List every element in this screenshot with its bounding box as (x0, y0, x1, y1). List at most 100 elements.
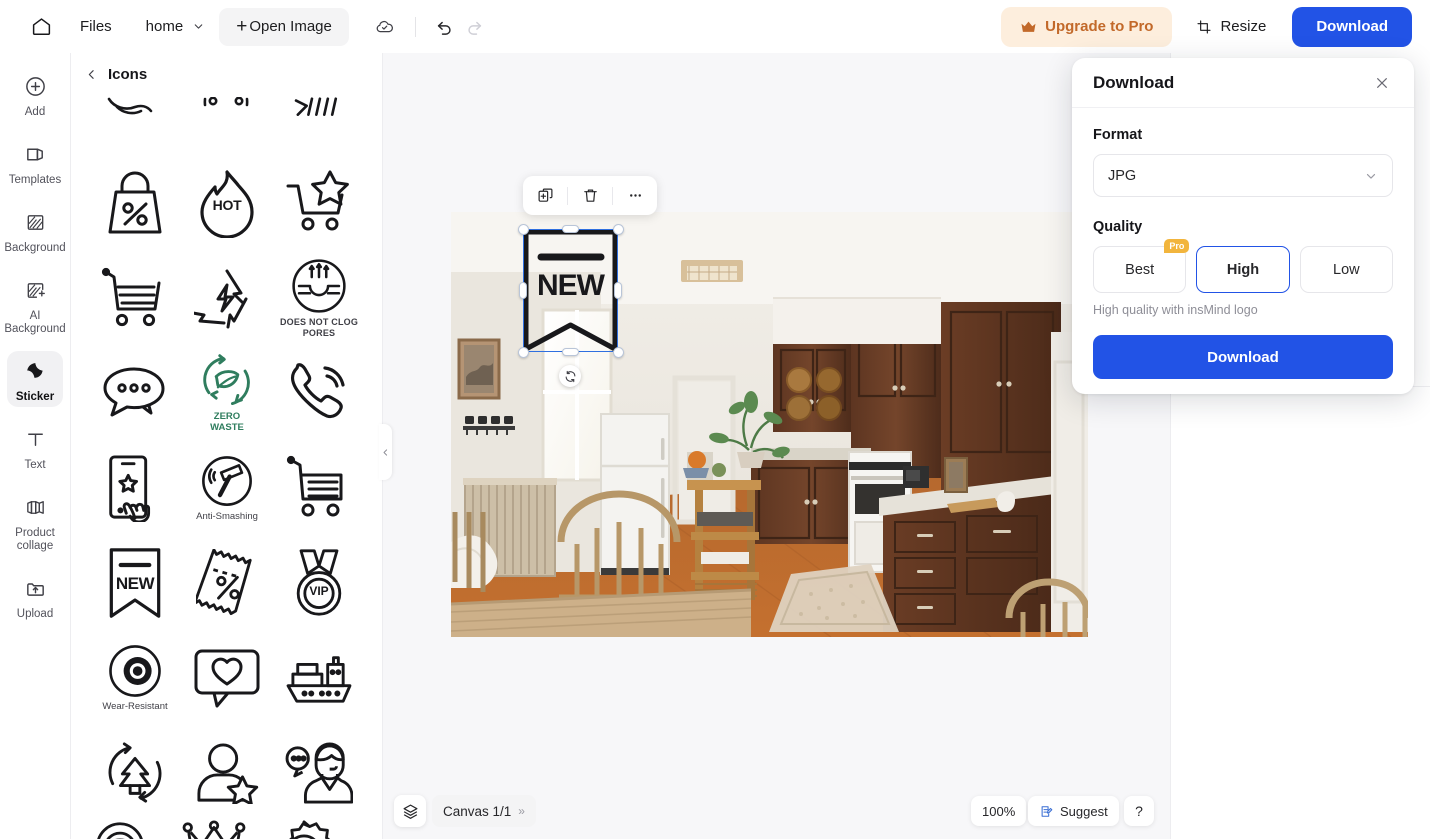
rail-item-product-collage[interactable]: Product collage (7, 487, 63, 556)
background-icon (20, 207, 50, 237)
sticker-tile-cart-lines[interactable] (273, 440, 365, 535)
resize-handle-top-right[interactable] (612, 223, 624, 235)
sticker-tile-tap-phone-star[interactable] (89, 440, 181, 535)
sticker-tile-vip-badge[interactable]: VIP (273, 820, 365, 839)
format-value: JPG (1108, 167, 1137, 184)
rail-label: Sticker (15, 391, 55, 403)
chevron-down-icon[interactable] (192, 20, 205, 33)
top-toolbar: Files home + Open Image Upgrade to Pro R… (0, 0, 1430, 53)
zoom-level[interactable]: 100% (971, 796, 1027, 826)
format-select[interactable]: JPG (1093, 154, 1393, 197)
panel-collapse-handle[interactable] (379, 424, 392, 480)
sticker-caption: NEW (115, 573, 155, 593)
close-icon[interactable] (1371, 72, 1393, 94)
sticker-tile-new-banner[interactable]: NEW (89, 535, 181, 630)
undo-icon[interactable] (430, 12, 460, 42)
selection-bounding-box[interactable] (523, 229, 618, 352)
rail-item-upload[interactable]: Upload (7, 568, 63, 624)
sticker-tile-heart-speech-bubble[interactable] (181, 630, 273, 725)
pro-badge: Pro (1164, 239, 1190, 253)
rail-item-text[interactable]: Text (7, 419, 63, 475)
panel-title: Icons (108, 65, 148, 83)
sticker-tile-support-agent[interactable] (273, 725, 365, 820)
dialog-title: Download (1093, 72, 1175, 92)
sticker-tile-eco-tree-cycle[interactable] (89, 725, 181, 820)
sticker-tile-vip-medal[interactable]: VIP (273, 535, 365, 630)
project-name[interactable]: home (146, 18, 184, 35)
icons-grid: HOT DOES NOT CLOG PORES ZERO WASTE Anti-… (71, 97, 382, 839)
quality-label-low: Low (1333, 261, 1360, 278)
resize-handle-middle-left[interactable] (519, 282, 527, 299)
sticker-tile-user-star[interactable] (181, 725, 273, 820)
quality-option-low[interactable]: Low (1299, 246, 1393, 293)
sticker-tile[interactable] (273, 97, 365, 155)
sticker-tile-recycle-bolt[interactable] (181, 250, 273, 345)
more-options-icon[interactable] (613, 176, 657, 215)
rail-item-ai-background[interactable]: AI Background (4, 270, 66, 339)
open-image-button[interactable]: + Open Image (219, 7, 349, 46)
redo-icon[interactable] (460, 12, 490, 42)
files-menu[interactable]: Files (80, 18, 112, 35)
quality-option-high[interactable]: High (1196, 246, 1290, 293)
download-button[interactable]: Download (1292, 6, 1412, 47)
chevron-left-icon[interactable] (85, 68, 98, 81)
sticker-tile-shopping-cart[interactable] (89, 250, 181, 345)
quality-options: Best Pro High Low (1093, 239, 1393, 293)
sticker-tile-crown-outline[interactable] (181, 820, 273, 839)
sticker-tile-does-not-clog-pores[interactable]: DOES NOT CLOG PORES (273, 250, 365, 345)
suggest-button[interactable]: Suggest (1028, 796, 1119, 826)
rail-label: Product collage (15, 527, 55, 552)
sticker-tile-discount-ticket[interactable] (181, 535, 273, 630)
ai-background-icon (20, 275, 50, 305)
duplicate-icon[interactable] (523, 176, 567, 215)
resize-handle-bottom-left[interactable] (517, 346, 529, 358)
crown-icon (1020, 20, 1037, 34)
sticker-tile-cart-star[interactable] (273, 155, 365, 250)
cloud-saved-icon[interactable] (369, 11, 401, 43)
rail-item-sticker[interactable]: Sticker (7, 351, 63, 407)
quality-option-best[interactable]: Best Pro (1093, 239, 1190, 293)
upgrade-to-pro-button[interactable]: Upgrade to Pro (1001, 6, 1173, 47)
canvas-pager[interactable]: Canvas 1/1 » (432, 795, 536, 827)
quality-hint: High quality with insMind logo (1093, 303, 1258, 317)
quality-label-high: High (1226, 261, 1260, 278)
icons-panel: Icons HOT DOES NOT CLOG PORES ZERO WASTE… (71, 53, 383, 839)
sticker-tile[interactable] (181, 97, 273, 155)
sticker-tile-headset-user[interactable] (89, 820, 181, 839)
sticker-tile-shopping-bag-percent[interactable] (89, 155, 181, 250)
rail-label: Text (24, 459, 46, 471)
layers-button[interactable] (394, 795, 426, 827)
resize-handle-top-center[interactable] (562, 225, 579, 233)
delete-icon[interactable] (568, 176, 612, 215)
resize-handle-middle-right[interactable] (614, 282, 622, 299)
rail-label: AI Background (4, 310, 66, 335)
sticker-tile-flame-hot[interactable]: HOT (181, 155, 273, 250)
rail-label: Upload (16, 608, 54, 620)
resize-button[interactable]: Resize (1182, 7, 1280, 47)
resize-handle-top-left[interactable] (517, 223, 529, 235)
home-icon[interactable] (24, 10, 58, 44)
dialog-download-button[interactable]: Download (1093, 335, 1393, 379)
sticker-tile[interactable] (89, 97, 181, 155)
sticker-tile-wear-resistant[interactable]: Wear-Resistant (89, 630, 181, 725)
upgrade-label: Upgrade to Pro (1045, 18, 1154, 35)
product-collage-icon (20, 492, 50, 522)
dialog-header: Download (1072, 58, 1414, 108)
help-button[interactable]: ? (1124, 796, 1154, 826)
resize-handle-bottom-center[interactable] (562, 348, 579, 356)
sticker-tile-chat-bubbles[interactable] (89, 345, 181, 440)
templates-icon (20, 139, 50, 169)
rail-item-templates[interactable]: Templates (7, 134, 63, 190)
rail-item-add[interactable]: Add (7, 66, 63, 122)
object-floating-toolbar (523, 176, 657, 215)
resize-handle-bottom-right[interactable] (612, 346, 624, 358)
sticker-tile-zero-waste[interactable]: ZERO WASTE (181, 345, 273, 440)
sticker-tile-anti-smashing[interactable]: Anti-Smashing (181, 440, 273, 535)
rail-label: Templates (8, 174, 62, 186)
rail-label: Background (4, 242, 66, 254)
sticker-tile-cargo-ship[interactable] (273, 630, 365, 725)
rail-item-background[interactable]: Background (4, 202, 66, 258)
sticker-tile-phone-ringing[interactable] (273, 345, 365, 440)
rail-label: Add (24, 106, 46, 118)
rotate-icon[interactable] (559, 365, 581, 387)
